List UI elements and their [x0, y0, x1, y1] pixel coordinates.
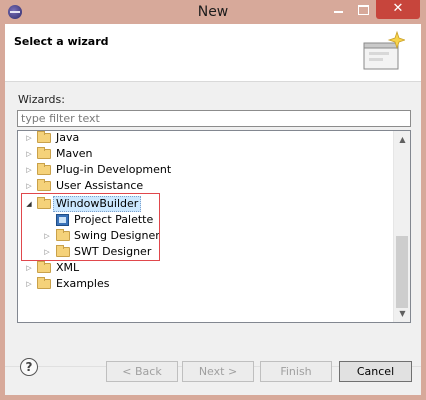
- scroll-thumb[interactable]: [396, 236, 408, 308]
- page-title: Select a wizard: [14, 35, 109, 48]
- tree-item-label: Java: [56, 131, 80, 144]
- folder-icon: [37, 147, 51, 159]
- tree-item-label: XML: [56, 261, 80, 274]
- scroll-down-arrow-icon[interactable]: ▼: [394, 305, 410, 322]
- folder-icon: [37, 131, 51, 143]
- next-button[interactable]: Next >: [182, 361, 254, 382]
- expand-arrow-icon[interactable]: ▷: [24, 146, 34, 162]
- vertical-scrollbar[interactable]: ▲ ▼: [393, 131, 410, 322]
- finish-button[interactable]: Finish: [260, 361, 332, 382]
- expand-arrow-icon[interactable]: ▷: [24, 162, 34, 178]
- wizards-label: Wizards:: [18, 93, 65, 106]
- tree-item-label: User Assistance: [56, 179, 144, 192]
- tree-item-label: Plug-in Development: [56, 163, 172, 176]
- annotation-highlight-box: [21, 193, 160, 261]
- expand-arrow-icon[interactable]: ▷: [24, 178, 34, 194]
- title-bar[interactable]: New ✕: [0, 0, 426, 24]
- new-wizard-banner-icon: [363, 30, 405, 70]
- wizard-header: Select a wizard: [5, 24, 421, 82]
- folder-icon: [37, 179, 51, 191]
- maximize-button[interactable]: [351, 0, 375, 19]
- expand-arrow-icon[interactable]: ▷: [24, 276, 34, 292]
- back-button[interactable]: < Back: [106, 361, 178, 382]
- cancel-button[interactable]: Cancel: [339, 361, 412, 382]
- scroll-up-arrow-icon[interactable]: ▲: [394, 131, 410, 148]
- folder-icon: [37, 163, 51, 175]
- expand-arrow-icon[interactable]: ▷: [24, 260, 34, 276]
- folder-icon: [37, 261, 51, 273]
- tree-item-label: Examples: [56, 277, 110, 290]
- close-button[interactable]: ✕: [376, 0, 420, 19]
- minimize-button[interactable]: [326, 0, 351, 19]
- filter-input[interactable]: [17, 110, 411, 127]
- tree-item-label: Maven: [56, 147, 93, 160]
- dialog-window: New ✕ Select a wizard Wizards: ▷ Java: [0, 0, 426, 400]
- help-button[interactable]: ?: [20, 358, 38, 376]
- folder-icon: [37, 277, 51, 289]
- expand-arrow-icon[interactable]: ▷: [24, 131, 34, 146]
